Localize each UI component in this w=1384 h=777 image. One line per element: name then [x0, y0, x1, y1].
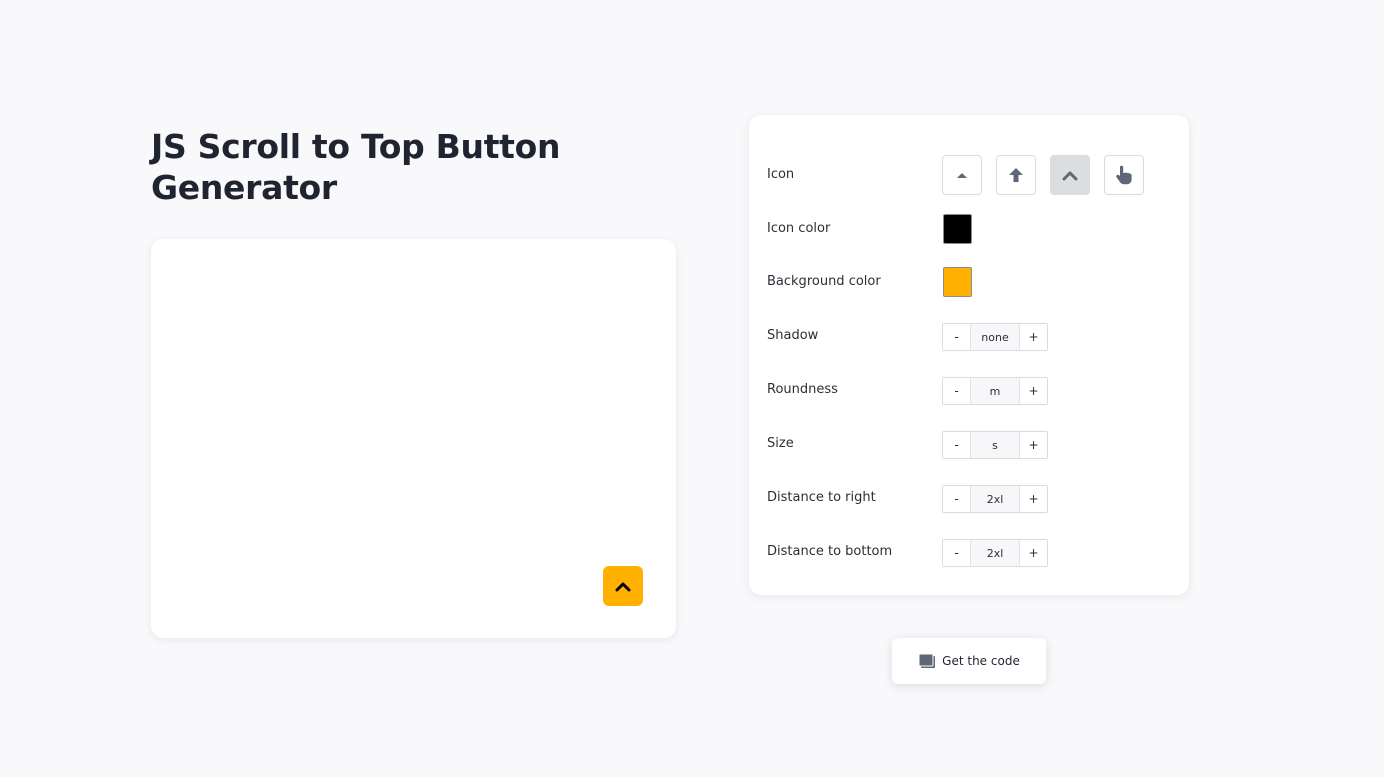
icon-option-chevron-up[interactable] — [1050, 155, 1090, 195]
size-increase-button[interactable]: + — [1020, 432, 1047, 458]
chevron-up-icon — [615, 582, 631, 592]
caret-up-icon — [957, 173, 967, 178]
chevron-up-icon — [1062, 171, 1078, 181]
distance-right-stepper: - 2xl + — [942, 485, 1048, 513]
shadow-decrease-button[interactable]: - — [943, 324, 970, 350]
arrow-up-icon — [1009, 168, 1023, 182]
distance-right-value: 2xl — [970, 486, 1020, 512]
get-code-label: Get the code — [942, 654, 1020, 668]
shadow-increase-button[interactable]: + — [1020, 324, 1047, 350]
distance-right-label: Distance to right — [767, 490, 876, 505]
distance-bottom-increase-button[interactable]: + — [1020, 540, 1047, 566]
icon-color-label: Icon color — [767, 221, 831, 236]
distance-bottom-label: Distance to bottom — [767, 544, 893, 559]
distance-right-increase-button[interactable]: + — [1020, 486, 1047, 512]
size-stepper: - s + — [942, 431, 1048, 459]
distance-right-decrease-button[interactable]: - — [943, 486, 970, 512]
get-code-button[interactable]: Get the code — [892, 638, 1046, 684]
roundness-decrease-button[interactable]: - — [943, 378, 970, 404]
scroll-to-top-preview-button[interactable] — [603, 566, 643, 606]
settings-panel: Icon Icon color Background color Shadow … — [749, 115, 1189, 595]
page-title: JS Scroll to Top Button Generator — [151, 127, 561, 207]
roundness-label: Roundness — [767, 382, 838, 397]
background-color-label: Background color — [767, 274, 881, 289]
distance-bottom-stepper: - 2xl + — [942, 539, 1048, 567]
roundness-increase-button[interactable]: + — [1020, 378, 1047, 404]
shadow-stepper: - none + — [942, 323, 1048, 351]
copy-icon — [918, 653, 936, 668]
shadow-label: Shadow — [767, 328, 819, 343]
page: JS Scroll to Top Button Generator Icon I… — [0, 0, 1384, 777]
distance-bottom-decrease-button[interactable]: - — [943, 540, 970, 566]
shadow-value: none — [970, 324, 1020, 350]
preview-area — [151, 239, 676, 638]
distance-bottom-value: 2xl — [970, 540, 1020, 566]
size-label: Size — [767, 436, 794, 451]
size-value: s — [970, 432, 1020, 458]
icon-option-pointing-hand[interactable] — [1104, 155, 1144, 195]
icon-option-arrow-up[interactable] — [996, 155, 1036, 195]
roundness-stepper: - m + — [942, 377, 1048, 405]
background-color-picker[interactable] — [943, 267, 972, 297]
size-decrease-button[interactable]: - — [943, 432, 970, 458]
icon-color-picker[interactable] — [943, 214, 972, 244]
icon-option-caret-up[interactable] — [942, 155, 982, 195]
pointing-hand-icon — [1116, 165, 1132, 185]
icon-label: Icon — [767, 167, 795, 182]
roundness-value: m — [970, 378, 1020, 404]
